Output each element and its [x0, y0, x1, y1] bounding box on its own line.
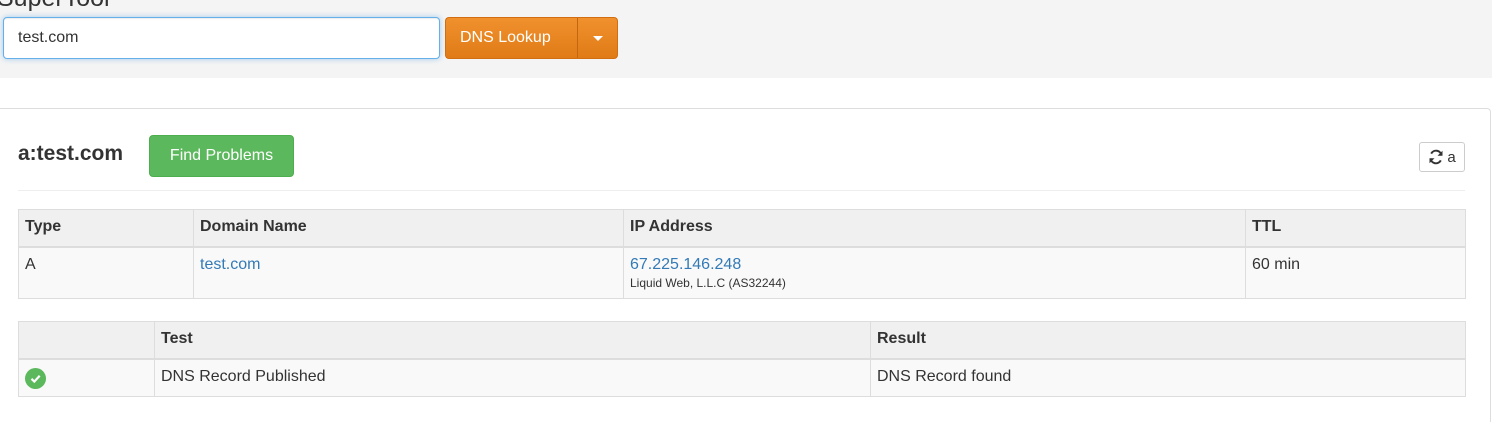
find-problems-button[interactable]: Find Problems [149, 135, 294, 177]
record-ttl: 60 min [1245, 246, 1466, 299]
record-ip-cell: 67.225.146.248 Liquid Web, L.L.C (AS3224… [623, 246, 1246, 299]
records-table: Type Domain Name IP Address TTL A test.c… [18, 209, 1466, 299]
page-title: SuperTool [0, 0, 110, 11]
table-header-row: Type Domain Name IP Address TTL [18, 209, 1466, 248]
header-divider [18, 190, 1465, 191]
tests-table: Test Result DNS Record Published DNS Rec… [18, 321, 1466, 397]
refresh-icon [1429, 149, 1443, 165]
search-input[interactable] [3, 17, 440, 59]
table-header-row: Test Result [18, 321, 1466, 360]
record-type: A [18, 246, 194, 299]
table-row: A test.com 67.225.146.248 Liquid Web, L.… [18, 246, 1466, 299]
column-header-ip: IP Address [623, 209, 1246, 248]
caret-down-icon [592, 35, 603, 41]
table-row: DNS Record Published DNS Record found [18, 358, 1466, 397]
column-header-domain: Domain Name [193, 209, 624, 248]
lookup-button-group: DNS Lookup [445, 17, 618, 59]
lookup-dropdown-toggle[interactable] [577, 17, 618, 59]
record-ip-link[interactable]: 67.225.146.248 [630, 256, 741, 273]
column-header-result: Result [870, 321, 1466, 360]
record-domain-cell: test.com [193, 246, 624, 299]
result-title: a:test.com [18, 142, 124, 165]
test-name: DNS Record Published [154, 358, 871, 397]
column-header-test: Test [154, 321, 871, 360]
check-circle-icon [25, 367, 46, 389]
column-header-type: Type [18, 209, 194, 248]
refresh-button[interactable]: a [1419, 142, 1465, 172]
test-result: DNS Record found [870, 358, 1466, 397]
test-status-cell [18, 358, 155, 397]
column-header-status [18, 321, 155, 360]
dns-lookup-button[interactable]: DNS Lookup [445, 17, 577, 59]
column-header-ttl: TTL [1245, 209, 1466, 248]
refresh-label: a [1447, 148, 1456, 166]
record-domain-link[interactable]: test.com [200, 256, 260, 273]
record-ip-owner: Liquid Web, L.L.C (AS32244) [630, 275, 786, 290]
search-band: SuperTool DNS Lookup [0, 0, 1492, 78]
